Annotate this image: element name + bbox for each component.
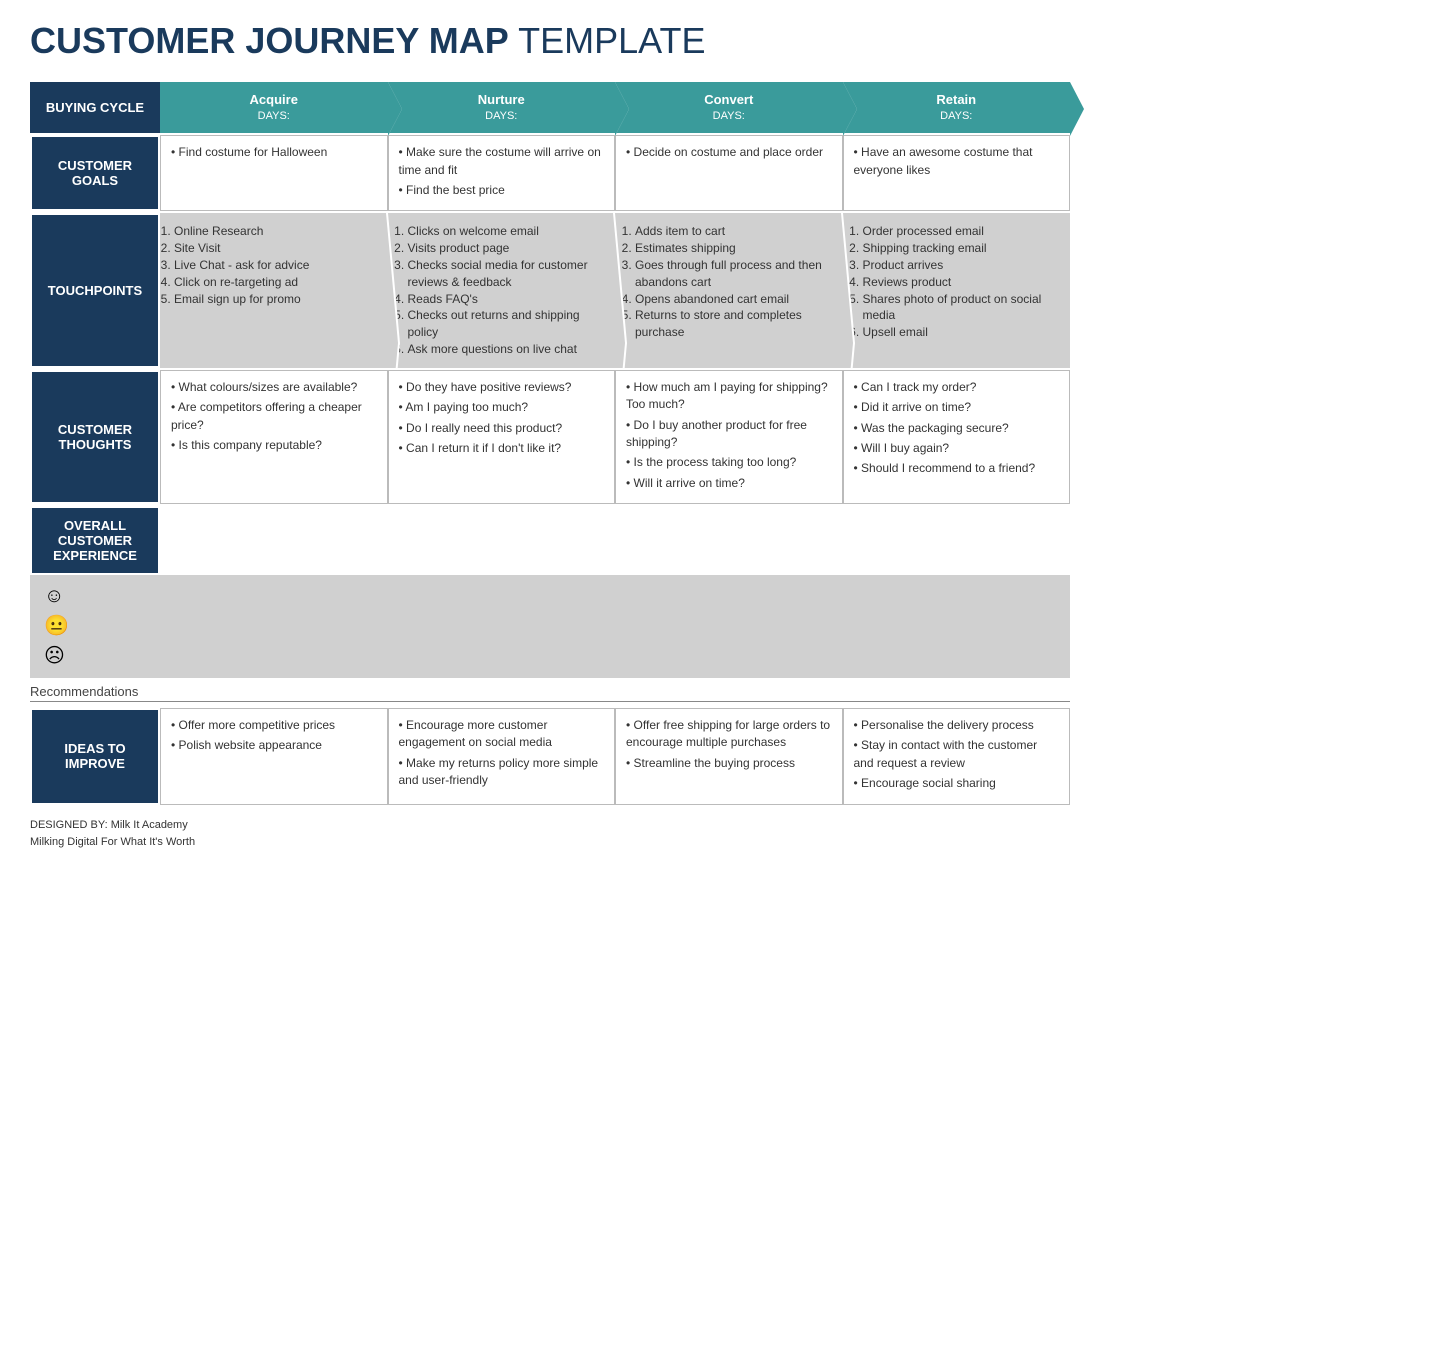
buying-cycle-row: BUYING CYCLE Acquire DAYS: Nurture DAYS:… — [30, 82, 1070, 133]
buying-cycle-label: BUYING CYCLE — [30, 82, 160, 133]
overall-experience-label: OVERALLCUSTOMEREXPERIENCE — [30, 506, 160, 575]
sad-icon: ☹ — [44, 643, 1056, 668]
stage-nurture: Nurture DAYS: — [388, 82, 616, 133]
ideas-to-improve-row: IDEAS TOIMPROVE Offer more competitive p… — [30, 708, 1070, 805]
stage-acquire: Acquire DAYS: — [160, 82, 388, 133]
goals-cell-1: Find costume for Halloween — [160, 135, 388, 211]
page-title: CUSTOMER JOURNEY MAP TEMPLATE — [30, 20, 1070, 62]
ideas-label: IDEAS TOIMPROVE — [30, 708, 160, 805]
overall-experience-row: OVERALLCUSTOMEREXPERIENCE ☺ 😐 ☹ — [30, 506, 1070, 678]
ideas-cell-1: Offer more competitive prices Polish web… — [160, 708, 388, 805]
tp-cell-2: Clicks on welcome emailVisits product pa… — [388, 213, 614, 367]
ideas-cell-2: Encourage more customer engagement on so… — [388, 708, 616, 805]
thoughts-cell-2: Do they have positive reviews? Am I payi… — [388, 370, 616, 504]
goals-cell-4: Have an awesome costume that everyone li… — [843, 135, 1071, 211]
tp-cell-4: Order processed emailShipping tracking e… — [843, 213, 1071, 367]
thoughts-cell-1: What colours/sizes are available? Are co… — [160, 370, 388, 504]
customer-goals-row: CUSTOMERGOALS Find costume for Halloween… — [30, 135, 1070, 211]
ideas-cell-4: Personalise the delivery process Stay in… — [843, 708, 1071, 805]
stage-convert: Convert DAYS: — [615, 82, 843, 133]
neutral-icon: 😐 — [44, 613, 1056, 638]
touchpoints-row: TOUCHPOINTS Online ResearchSite VisitLiv… — [30, 213, 1070, 367]
footer-line1: DESIGNED BY: Milk It Academy — [30, 817, 1070, 835]
recommendations-label: Recommendations — [30, 684, 1070, 699]
thoughts-cell-3: How much am I paying for shipping? Too m… — [615, 370, 843, 504]
ideas-cell-3: Offer free shipping for large orders to … — [615, 708, 843, 805]
touchpoints-label: TOUCHPOINTS — [30, 213, 160, 367]
footer: DESIGNED BY: Milk It Academy Milking Dig… — [30, 817, 1070, 852]
goals-cell-2: Make sure the costume will arrive on tim… — [388, 135, 616, 211]
goals-cell-3: Decide on costume and place order — [615, 135, 843, 211]
footer-line2: Milking Digital For What It's Worth — [30, 834, 1070, 852]
stage-retain: Retain DAYS: — [843, 82, 1071, 133]
customer-thoughts-row: CUSTOMERTHOUGHTS What colours/sizes are … — [30, 370, 1070, 504]
happy-icon: ☺ — [44, 585, 1056, 608]
thoughts-cell-4: Can I track my order? Did it arrive on t… — [843, 370, 1071, 504]
recommendations-divider — [30, 701, 1070, 702]
experience-content: ☺ 😐 ☹ — [30, 575, 1070, 678]
tp-cell-3: Adds item to cartEstimates shippingGoes … — [615, 213, 841, 367]
customer-thoughts-label: CUSTOMERTHOUGHTS — [30, 370, 160, 504]
tp-cell-1: Online ResearchSite VisitLive Chat - ask… — [160, 213, 386, 367]
recommendations-section: Recommendations — [30, 684, 1070, 702]
customer-goals-label: CUSTOMERGOALS — [30, 135, 160, 211]
